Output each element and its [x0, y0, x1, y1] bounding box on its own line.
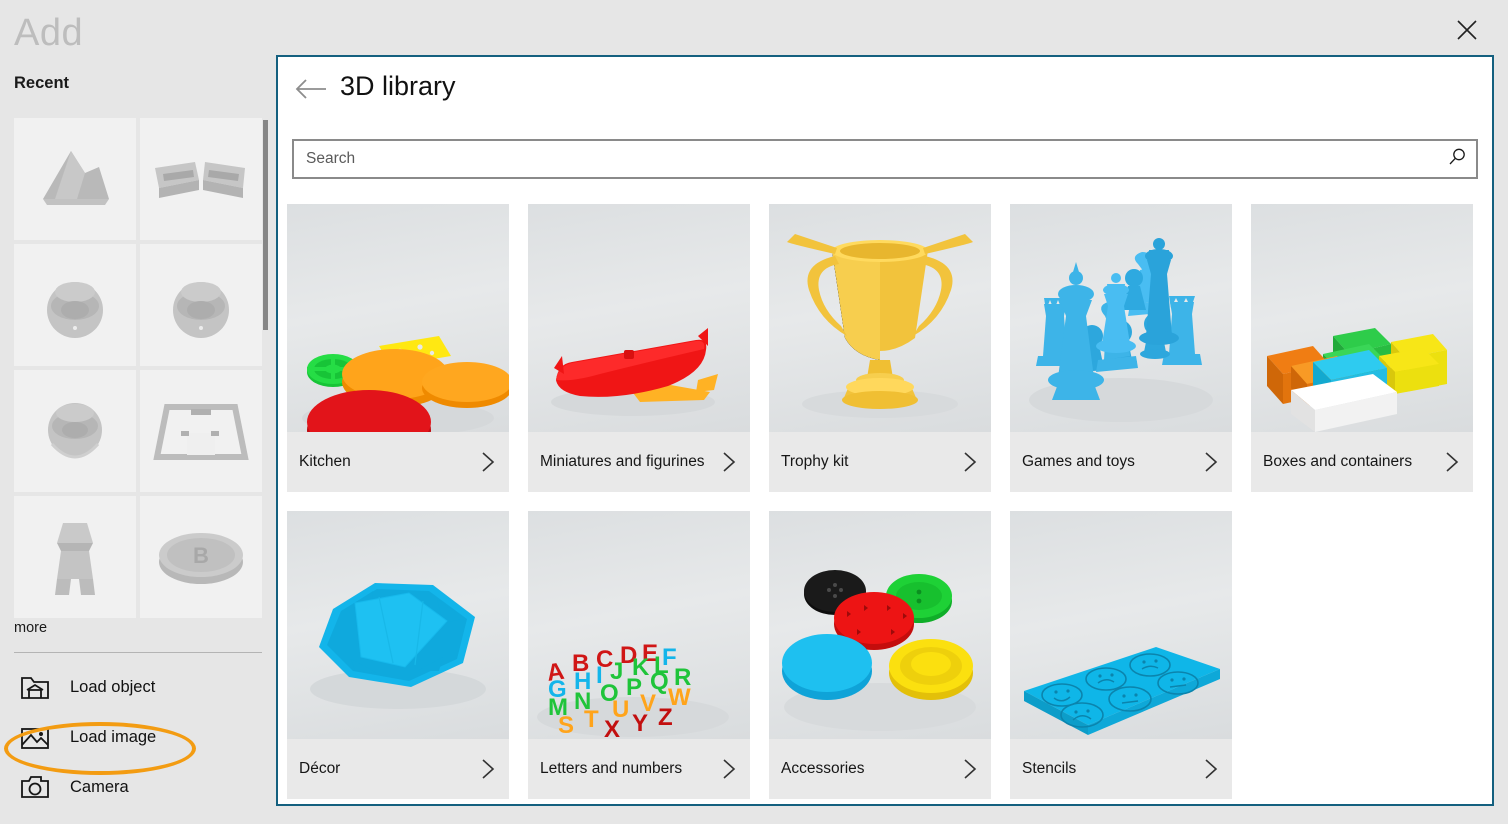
recent-item-phone-case[interactable]	[140, 370, 262, 492]
menu-item-label: Load image	[70, 728, 156, 747]
search-input[interactable]	[294, 150, 1438, 168]
gold-trophy-3d-thumbnail	[769, 204, 991, 432]
mountain-terrain-3d-thumbnail	[25, 129, 125, 229]
chevron-right-icon	[1200, 758, 1222, 780]
recent-item-brackets[interactable]	[140, 118, 262, 240]
menu-item-load-image[interactable]: Load image	[0, 712, 276, 762]
category-tile-miniatures-and-figurines[interactable]: Miniatures and figurines	[528, 204, 750, 492]
search-button[interactable]	[1438, 147, 1476, 172]
chevron-right-icon	[718, 758, 740, 780]
category-tile-kitchen[interactable]: Kitchen	[287, 204, 509, 492]
back-button[interactable]	[294, 77, 328, 107]
phone-case-3d-thumbnail	[151, 391, 251, 471]
kitchen-items-3d-thumbnail	[287, 204, 509, 432]
sidebar-divider	[14, 652, 262, 653]
back-arrow-icon	[294, 88, 328, 105]
cyan-octagon-tray-3d-thumbnail	[287, 511, 509, 739]
more-link[interactable]: more	[14, 620, 47, 636]
category-tile-stencils[interactable]: Stencils	[1010, 511, 1232, 799]
category-tile-boxes-and-containers[interactable]: Boxes and containers	[1251, 204, 1473, 492]
svg-text:Y: Y	[632, 710, 648, 737]
chevron-right-icon	[1441, 451, 1463, 473]
library-panel: 3D library	[276, 55, 1494, 806]
category-label: Boxes and containers	[1263, 453, 1441, 471]
category-tile-decor[interactable]: Décor	[287, 511, 509, 799]
category-tile-trophy-kit[interactable]: Trophy kit	[769, 204, 991, 492]
menu-item-load-object[interactable]: Load object	[0, 662, 276, 712]
colored-alphabet-3d-thumbnail: A B C D E F G H I J K L M	[528, 511, 750, 739]
menu-item-label: Camera	[70, 778, 129, 797]
colored-buttons-3d-thumbnail	[769, 511, 991, 739]
recent-item-ornament-1[interactable]	[14, 244, 136, 366]
category-tile-accessories[interactable]: Accessories	[769, 511, 991, 799]
close-button[interactable]	[1440, 6, 1494, 54]
category-label: Games and toys	[1022, 453, 1200, 471]
search-box	[292, 139, 1478, 179]
load-image-icon	[20, 722, 50, 752]
recent-sidebar: Recent	[0, 62, 276, 824]
recent-thumbnail-grid: B	[14, 118, 262, 618]
category-label: Décor	[299, 760, 477, 778]
recent-item-ornament-3[interactable]	[14, 370, 136, 492]
svg-text:S: S	[558, 712, 574, 739]
sidebar-scrollbar-thumb[interactable]	[263, 120, 268, 330]
svg-text:Z: Z	[658, 704, 673, 731]
chevron-right-icon	[959, 758, 981, 780]
two-rails-3d-thumbnail	[149, 144, 253, 214]
category-label: Trophy kit	[781, 453, 959, 471]
menu-item-camera[interactable]: Camera	[0, 762, 276, 812]
load-object-icon	[20, 672, 50, 702]
page-title: Add	[14, 6, 83, 60]
bitcoin-coin-3d-thumbnail: B	[149, 522, 253, 592]
category-label: Kitchen	[299, 453, 477, 471]
category-label: Letters and numbers	[540, 760, 718, 778]
ornate-sphere-3d-thumbnail	[32, 386, 118, 476]
recent-item-terrain[interactable]	[14, 118, 136, 240]
add-3d-library-dialog: Add Recent	[0, 0, 1508, 824]
panel-header: 3D library	[278, 57, 1492, 127]
category-label: Stencils	[1022, 760, 1200, 778]
search-icon	[1447, 147, 1467, 172]
panel-title: 3D library	[340, 71, 456, 102]
sidebar-menu: Load object Load image	[0, 662, 276, 812]
recent-item-ornament-2[interactable]	[140, 244, 262, 366]
blue-chess-pieces-3d-thumbnail	[1010, 204, 1232, 432]
ornate-sphere-3d-thumbnail	[158, 262, 244, 348]
svg-text:B: B	[193, 543, 209, 568]
category-tile-games-and-toys[interactable]: Games and toys	[1010, 204, 1232, 492]
category-grid: Kitchen	[287, 204, 1487, 799]
red-canoe-3d-thumbnail	[528, 204, 750, 432]
recent-item-low-poly-figure[interactable]	[14, 496, 136, 618]
close-icon	[1456, 19, 1478, 41]
chevron-right-icon	[477, 758, 499, 780]
svg-text:X: X	[604, 716, 620, 739]
recent-item-bitcoin-coin[interactable]: B	[140, 496, 262, 618]
category-tile-letters-and-numbers[interactable]: A B C D E F G H I J K L M	[528, 511, 750, 799]
chevron-right-icon	[718, 451, 740, 473]
category-label: Miniatures and figurines	[540, 453, 718, 471]
category-label: Accessories	[781, 760, 959, 778]
chevron-right-icon	[477, 451, 499, 473]
colored-blocks-3d-thumbnail	[1251, 204, 1473, 432]
chevron-right-icon	[1200, 451, 1222, 473]
menu-item-label: Load object	[70, 678, 155, 697]
camera-icon	[20, 772, 50, 802]
ornate-sphere-3d-thumbnail	[32, 262, 118, 348]
chevron-right-icon	[959, 451, 981, 473]
sidebar-heading: Recent	[14, 74, 69, 93]
svg-text:T: T	[584, 706, 599, 733]
low-poly-creature-3d-thumbnail	[35, 509, 115, 605]
emoji-stencil-sheet-3d-thumbnail	[1010, 511, 1232, 739]
